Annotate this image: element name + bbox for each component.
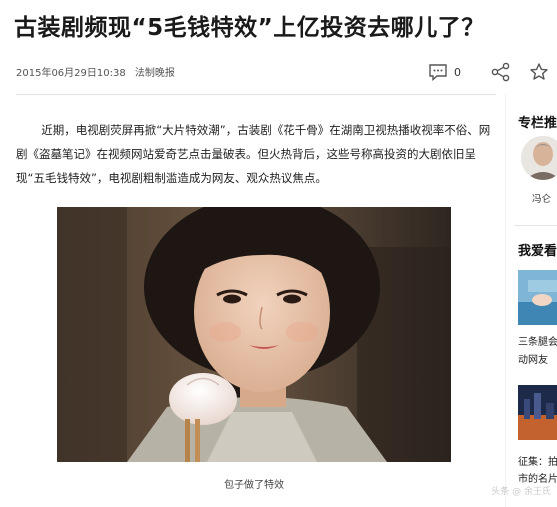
share-button[interactable] <box>491 62 511 82</box>
comment-icon <box>429 64 447 81</box>
favorite-button[interactable] <box>529 62 549 82</box>
recommend-text-1b[interactable]: 动网友 <box>518 352 557 369</box>
share-icon <box>491 62 510 82</box>
watermark: 头条 @ 余王氏 <box>491 487 551 497</box>
recommend-thumb-1[interactable] <box>518 270 557 325</box>
star-icon <box>530 63 548 80</box>
news-source[interactable]: 法制晚报 <box>135 68 175 79</box>
article-headline: 古装剧频现“5毛钱特效”上亿投资去哪儿了？ <box>14 15 485 41</box>
author-name[interactable]: 冯仑 <box>532 191 551 205</box>
author-avatar[interactable] <box>521 136 557 180</box>
column-divider <box>505 94 506 507</box>
sidebar-column-title: 专栏推 <box>518 116 557 131</box>
article-meta: 2015年06月29日10:38 法制晚报 <box>16 64 181 79</box>
recommend-text-2a[interactable]: 征集：拍 <box>518 454 557 471</box>
photo-caption: 包子做了特效 <box>224 480 284 491</box>
sidebar-divider <box>514 225 557 226</box>
recommend-text-1a[interactable]: 三条腿会 <box>518 334 557 351</box>
sidebar-recommend-title: 我爱看 <box>518 244 557 259</box>
article-photo <box>57 207 451 462</box>
comment-count: 0 <box>454 65 461 79</box>
header-divider <box>16 94 496 95</box>
comment-button[interactable]: 0 <box>428 63 461 81</box>
publish-date: 2015年06月29日10:38 <box>16 68 126 79</box>
recommend-thumb-2[interactable] <box>518 385 557 440</box>
article-paragraph: 近期，电视剧荧屏再掀“大片特效潮”，古装剧《花千骨》在湖南卫视热播收视率不俗、网… <box>16 123 491 185</box>
article-toolbar: 0 <box>428 60 557 84</box>
